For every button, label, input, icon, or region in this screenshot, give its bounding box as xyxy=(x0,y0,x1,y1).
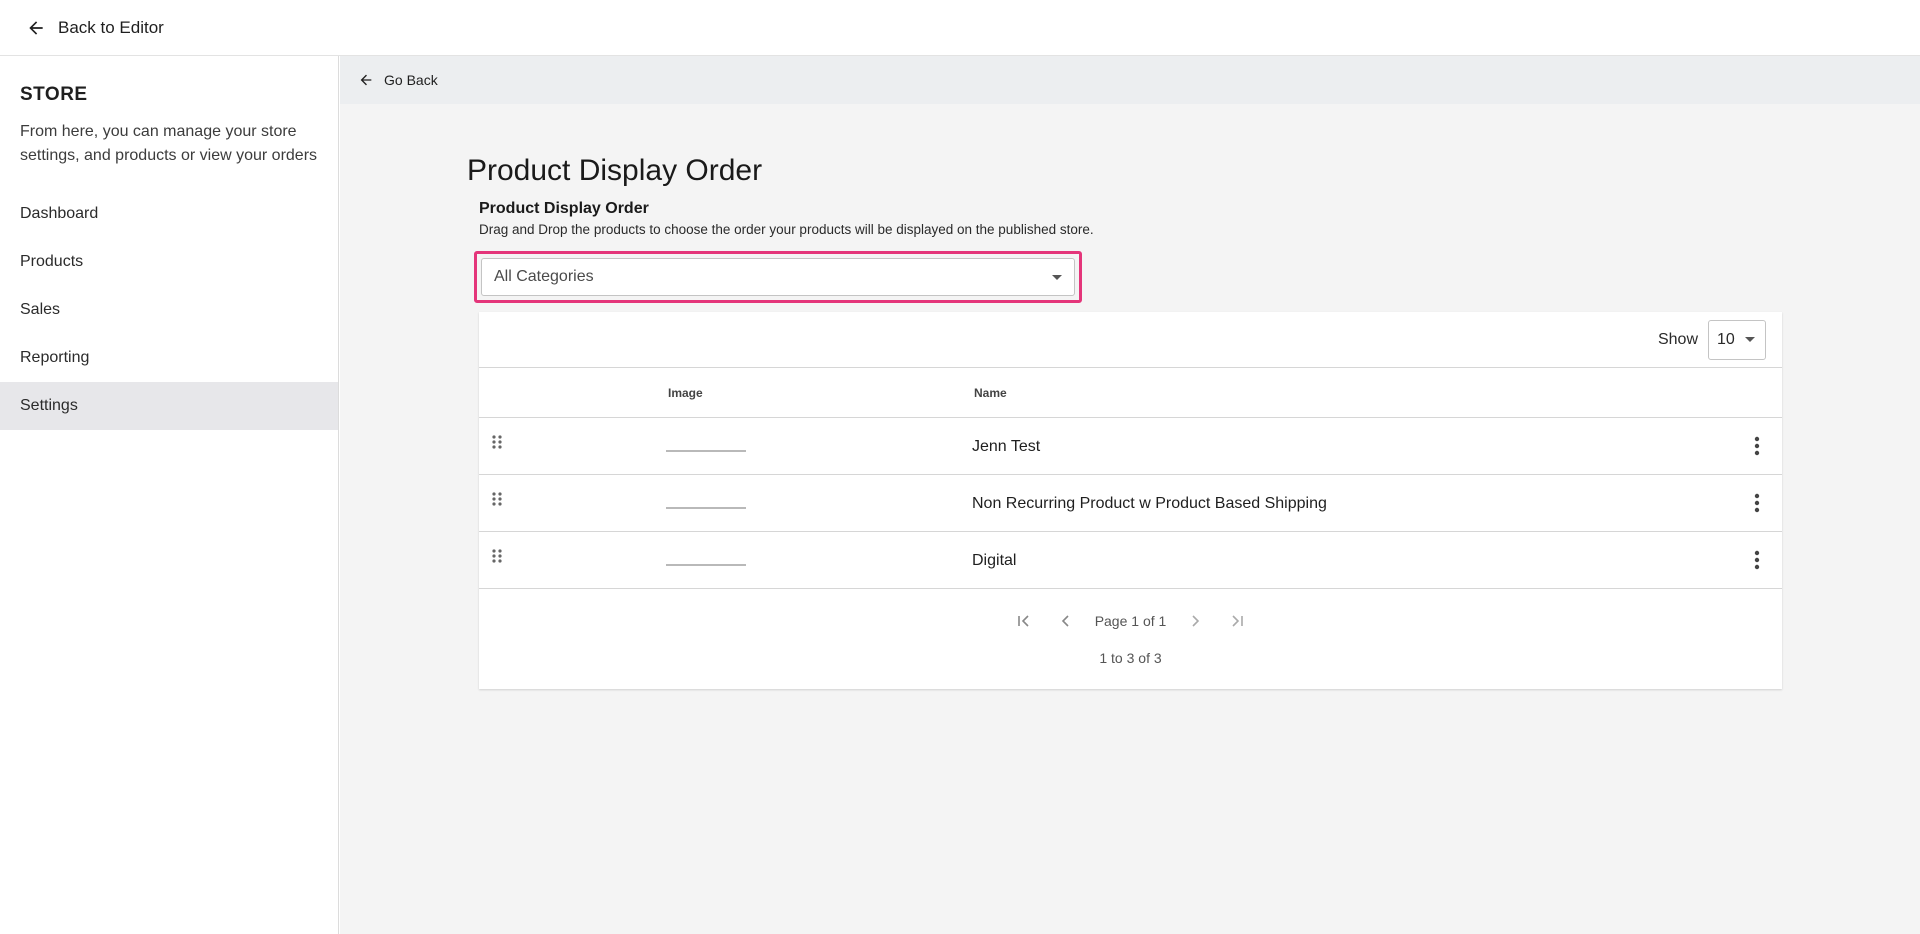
table-header: Image Name xyxy=(479,368,1782,418)
sidebar-description: From here, you can manage your store set… xyxy=(20,123,318,164)
product-image-placeholder xyxy=(666,450,746,452)
more-vertical-icon[interactable] xyxy=(1754,550,1760,570)
table-row[interactable]: Digital xyxy=(479,532,1782,589)
sidebar-title: STORE xyxy=(20,84,88,105)
product-order-table: Show 10 Image Name Jenn Test Non Recurri… xyxy=(479,312,1782,689)
caret-down-icon xyxy=(1052,274,1062,280)
arrow-left-icon xyxy=(29,20,43,35)
first-page-icon xyxy=(1017,615,1029,627)
caret-down-icon xyxy=(1745,337,1755,342)
drag-handle-icon[interactable] xyxy=(491,491,503,507)
sub-header-bar: Go Back xyxy=(340,56,1920,104)
page-indicator: Page 1 of 1 xyxy=(1094,613,1167,629)
page-size-value: 10 xyxy=(1717,330,1735,348)
last-page-icon xyxy=(1232,615,1244,627)
prev-page-button[interactable] xyxy=(1055,610,1077,632)
sidebar-item-sales[interactable]: Sales xyxy=(0,286,338,334)
table-row[interactable]: Jenn Test xyxy=(479,418,1782,475)
next-page-icon xyxy=(1192,615,1200,627)
go-back-label: Go Back xyxy=(384,72,438,88)
top-bar: Back to Editor xyxy=(0,0,1920,56)
show-label: Show xyxy=(1657,330,1698,348)
pagination: Page 1 of 1 xyxy=(479,610,1782,632)
category-select-highlight: All Categories xyxy=(474,251,1082,303)
sidebar-item-settings[interactable]: Settings xyxy=(0,382,338,430)
product-name: Digital xyxy=(972,552,1017,569)
table-row[interactable]: Non Recurring Product w Product Based Sh… xyxy=(479,475,1782,532)
first-page-button[interactable] xyxy=(1013,610,1035,632)
prev-page-icon xyxy=(1061,615,1069,627)
back-to-editor-label: Back to Editor xyxy=(58,17,164,37)
more-vertical-icon[interactable] xyxy=(1754,493,1760,513)
page-title: Product Display Order xyxy=(467,154,763,187)
pagination-range: 1 to 3 of 3 xyxy=(1099,650,1162,666)
sidebar-item-reporting[interactable]: Reporting xyxy=(0,334,338,382)
column-header-image: Image xyxy=(668,386,703,400)
drag-handle-icon[interactable] xyxy=(491,548,503,564)
page-size-select[interactable]: 10 xyxy=(1708,319,1766,360)
next-page-button[interactable] xyxy=(1184,610,1206,632)
main-content: Go Back Product Display Order Product Di… xyxy=(340,56,1920,934)
category-select[interactable]: All Categories xyxy=(481,258,1075,296)
sidebar: STORE From here, you can manage your sto… xyxy=(0,56,339,934)
sidebar-nav: Dashboard Products Sales Reporting Setti… xyxy=(0,190,338,430)
drag-handle-icon[interactable] xyxy=(491,434,503,450)
sidebar-item-products[interactable]: Products xyxy=(0,238,338,286)
section-description: Drag and Drop the products to choose the… xyxy=(479,222,1094,237)
go-back-button[interactable]: Go Back xyxy=(358,72,438,88)
table-toolbar: Show 10 xyxy=(479,312,1782,368)
column-header-name[interactable]: Name xyxy=(974,386,1007,400)
more-vertical-icon[interactable] xyxy=(1754,436,1760,456)
product-image-placeholder xyxy=(666,507,746,509)
product-image-placeholder xyxy=(666,564,746,566)
product-name: Jenn Test xyxy=(972,438,1041,455)
category-select-value: All Categories xyxy=(494,268,594,285)
product-name: Non Recurring Product w Product Based Sh… xyxy=(972,495,1327,512)
last-page-button[interactable] xyxy=(1226,610,1248,632)
arrow-left-icon xyxy=(360,74,372,86)
back-to-editor-button[interactable]: Back to Editor xyxy=(26,18,164,38)
sidebar-item-dashboard[interactable]: Dashboard xyxy=(0,190,338,238)
section-title: Product Display Order xyxy=(479,200,649,217)
